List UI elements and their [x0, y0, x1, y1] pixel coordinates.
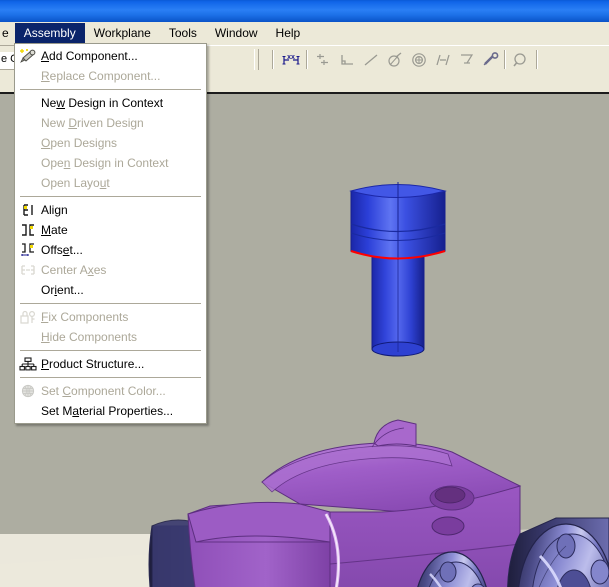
menu-option-hide-components[interactable]: Hide Components [15, 327, 206, 347]
menu-option-product-structure[interactable]: Product Structure... [15, 354, 206, 374]
fix-components-icon [15, 307, 41, 327]
perpendicular-constraint-icon[interactable] [336, 49, 358, 71]
product-structure-icon [15, 354, 41, 374]
menu-label: Product Structure... [41, 357, 145, 371]
menu-option-set-material-properties[interactable]: Set Material Properties... [15, 401, 206, 421]
menu-option-open-design-in-context[interactable]: Open Design in Context [15, 153, 206, 173]
menu-label: Add Component... [41, 49, 138, 63]
no-icon [15, 93, 41, 113]
menu-item-file[interactable]: e [0, 23, 15, 45]
menu-label: Fix Components [41, 310, 129, 324]
no-icon [15, 113, 41, 133]
menu-separator [20, 89, 201, 90]
menu-label: Open Design in Context [41, 156, 169, 170]
menu-option-orient[interactable]: Orient... [15, 280, 206, 300]
add-component-icon [15, 46, 41, 66]
menu-label: Set Material Properties... [41, 404, 174, 418]
application-window: e Assembly Workplane Tools Window Help e… [0, 0, 609, 587]
menu-label: Offset... [41, 243, 83, 257]
line-constraint-icon[interactable] [360, 49, 382, 71]
menu-label: New Driven Design [41, 116, 144, 130]
set-color-icon [15, 381, 41, 401]
menu-option-open-layout[interactable]: Open Layout [15, 173, 206, 193]
menu-option-center-axes[interactable]: Center Axes [15, 260, 206, 280]
concentric-constraint-icon[interactable] [408, 49, 430, 71]
menu-item-window[interactable]: Window [206, 23, 267, 45]
mate-icon [15, 220, 41, 240]
toolbar-divider-1 [272, 50, 274, 69]
menu-option-new-design-in-context[interactable]: New Design in Context [15, 93, 206, 113]
fix-constraint-icon[interactable] [480, 49, 502, 71]
menu-separator [20, 350, 201, 351]
assembly-dropdown-menu[interactable]: Add Component... Replace Component... Ne… [14, 43, 207, 424]
menu-label: Open Layout [41, 176, 110, 190]
toolbar-grip[interactable] [254, 49, 259, 70]
menu-label: Replace Component... [41, 69, 161, 83]
menu-bar: e Assembly Workplane Tools Window Help [0, 22, 609, 45]
menu-item-assembly[interactable]: Assembly [14, 22, 85, 45]
menu-item-workplane[interactable]: Workplane [85, 23, 160, 45]
menu-option-fix-components[interactable]: Fix Components [15, 307, 206, 327]
menu-option-offset[interactable]: Offset... [15, 240, 206, 260]
menu-separator [20, 377, 201, 378]
menu-label: Mate [41, 223, 68, 237]
menu-item-help[interactable]: Help [267, 23, 310, 45]
menu-option-add-component[interactable]: Add Component... [15, 46, 206, 66]
menu-separator [20, 196, 201, 197]
menu-option-open-designs[interactable]: Open Designs [15, 133, 206, 153]
menu-option-new-driven-design[interactable]: New Driven Design [15, 113, 206, 133]
tangent-constraint-icon[interactable] [456, 49, 478, 71]
menu-option-set-component-color[interactable]: Set Component Color... [15, 381, 206, 401]
no-icon [15, 133, 41, 153]
no-icon [15, 280, 41, 300]
menu-option-align[interactable]: Align [15, 200, 206, 220]
menu-item-tools[interactable]: Tools [160, 23, 206, 45]
no-icon [15, 66, 41, 86]
angle-constraint-icon[interactable] [384, 49, 406, 71]
toolbar-divider-3 [504, 50, 506, 69]
menu-separator [20, 303, 201, 304]
menu-label: Center Axes [41, 263, 107, 277]
menu-option-replace-component[interactable]: Replace Component... [15, 66, 206, 86]
menu-option-mate[interactable]: Mate [15, 220, 206, 240]
center-axes-icon [15, 260, 41, 280]
menu-label: New Design in Context [41, 96, 164, 110]
toolbar-divider-4 [536, 50, 538, 69]
offset-icon [15, 240, 41, 260]
no-icon [15, 327, 41, 347]
no-icon [15, 401, 41, 421]
equal-constraint-icon[interactable] [432, 49, 454, 71]
point-constraint-icon[interactable] [312, 49, 334, 71]
menu-label: Hide Components [41, 330, 138, 344]
dimension-xx-icon[interactable]: xx [280, 49, 302, 71]
menu-label: Align [41, 203, 68, 217]
toolbar-divider-2 [306, 50, 308, 69]
menu-label: Open Designs [41, 136, 118, 150]
menu-label: Set Component Color... [41, 384, 166, 398]
align-icon [15, 200, 41, 220]
zoom-magnifier-icon[interactable] [510, 49, 532, 71]
menu-label: Orient... [41, 283, 84, 297]
no-icon [15, 173, 41, 193]
no-icon [15, 153, 41, 173]
window-titlebar [0, 0, 609, 23]
